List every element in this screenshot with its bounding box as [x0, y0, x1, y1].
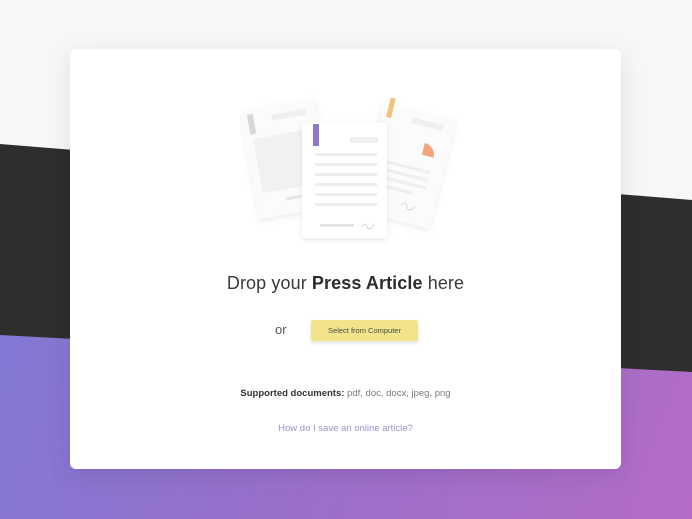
save-online-article-help-link[interactable]: How do I save an online article?: [70, 423, 621, 434]
headline-bold: Press Article: [311, 273, 423, 293]
upload-card[interactable]: Drop your Press Article here or Select f…: [70, 49, 621, 469]
or-label: or: [275, 322, 287, 337]
documents-illustration-icon: [240, 97, 456, 238]
headline-suffix: here: [422, 273, 465, 293]
supported-formats: pdf, doc, docx, jpeg, png: [344, 388, 451, 399]
drop-headline: Drop your Press Article here: [70, 273, 621, 294]
select-from-computer-button[interactable]: Select from Computer: [311, 320, 418, 341]
supported-label: Supported documents:: [240, 388, 345, 399]
center-document: [302, 123, 387, 238]
supported-documents: Supported documents: pdf, doc, docx, jpe…: [70, 388, 621, 399]
headline-prefix: Drop your: [226, 273, 312, 293]
